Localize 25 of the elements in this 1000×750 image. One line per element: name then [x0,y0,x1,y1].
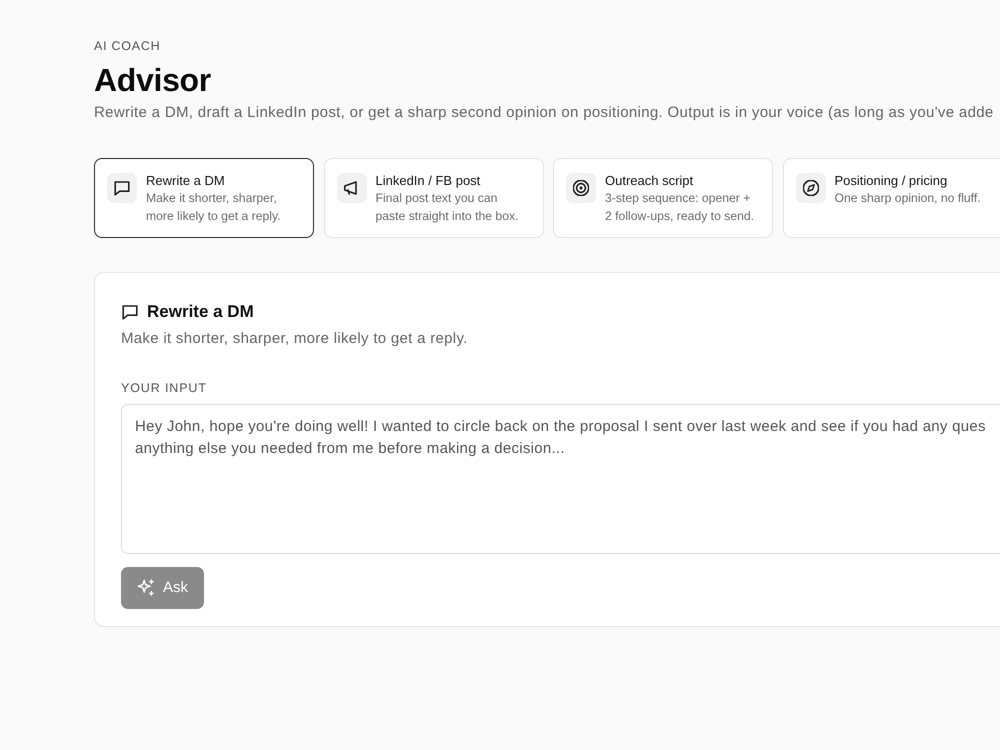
sparkles-icon [137,579,155,597]
mode-description: 3-step sequence: opener + 2 follow-ups, ready to send. [605,190,756,225]
page-title: Advisor [94,61,212,99]
mode-card[interactable]: Rewrite a DM Make it shorter, sharper, more likely to get a reply. [94,158,314,238]
chat-bubble-icon [107,173,137,203]
target-icon [566,173,596,203]
mode-card[interactable]: Positioning / pricing One sharp opinion, no fluff. [782,158,1000,238]
input-label: YOUR INPUT [121,380,208,396]
compass-icon [796,173,826,203]
mode-title: Outreach script [605,173,694,189]
mode-description: Make it shorter, sharper, more likely to get a reply. [146,190,282,225]
panel-description: Make it shorter, sharper, more likely to get a reply. [121,329,469,349]
panel-title: Rewrite a DM [147,301,254,323]
megaphone-icon [336,173,366,203]
mode-title: LinkedIn / FB post [376,173,482,189]
mode-description: One sharp opinion, no fluff. [834,190,981,207]
input-field[interactable]: Hey John, hope you're doing well! I wanted to circle back on the proposal I sent over last week and see if you had any ques anything else you needed from me before making a decision... [121,404,1000,554]
mode-title: Positioning / pricing [834,173,948,189]
chat-bubble-icon [122,304,138,320]
eyebrow-label: AI COACH [94,39,162,54]
mode-card[interactable]: Outreach script 3-step sequence: opener + 2 follow-ups, ready to send. [553,158,773,238]
page-subtitle: Rewrite a DM, draft a LinkedIn post, or get a sharp second opinion on positioning. Output is in your voice (as long as you've adde [94,103,995,123]
mode-card[interactable]: LinkedIn / FB post Final post text you can paste straight into the box. [324,158,544,238]
mode-description: Final post text you can paste straight into the box. [376,190,520,225]
mode-title: Rewrite a DM [146,173,226,189]
